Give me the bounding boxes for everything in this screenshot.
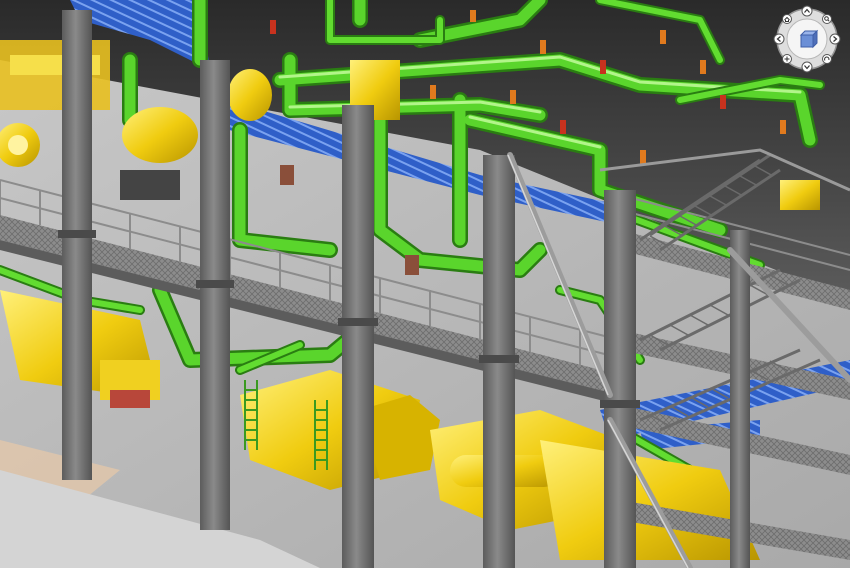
plant-model-scene[interactable] xyxy=(0,0,850,568)
nav-orbit-right-icon[interactable] xyxy=(829,33,841,45)
column-5 xyxy=(604,190,636,568)
column-3 xyxy=(342,105,374,568)
nav-zoom-icon[interactable] xyxy=(822,14,832,24)
nav-rotate-icon[interactable] xyxy=(822,54,832,64)
nav-orbit-up-icon[interactable] xyxy=(801,5,813,17)
column-2 xyxy=(200,60,230,530)
nav-home-icon[interactable] xyxy=(782,14,792,24)
3d-model-viewport[interactable] xyxy=(0,0,850,568)
column-1 xyxy=(62,10,92,480)
view-cube-icon[interactable] xyxy=(770,2,844,76)
column-6 xyxy=(730,230,750,568)
nav-pan-icon[interactable] xyxy=(782,54,792,64)
horizontal-vessel xyxy=(122,107,198,163)
nav-orbit-left-icon[interactable] xyxy=(773,33,785,45)
nav-orbit-down-icon[interactable] xyxy=(801,61,813,73)
